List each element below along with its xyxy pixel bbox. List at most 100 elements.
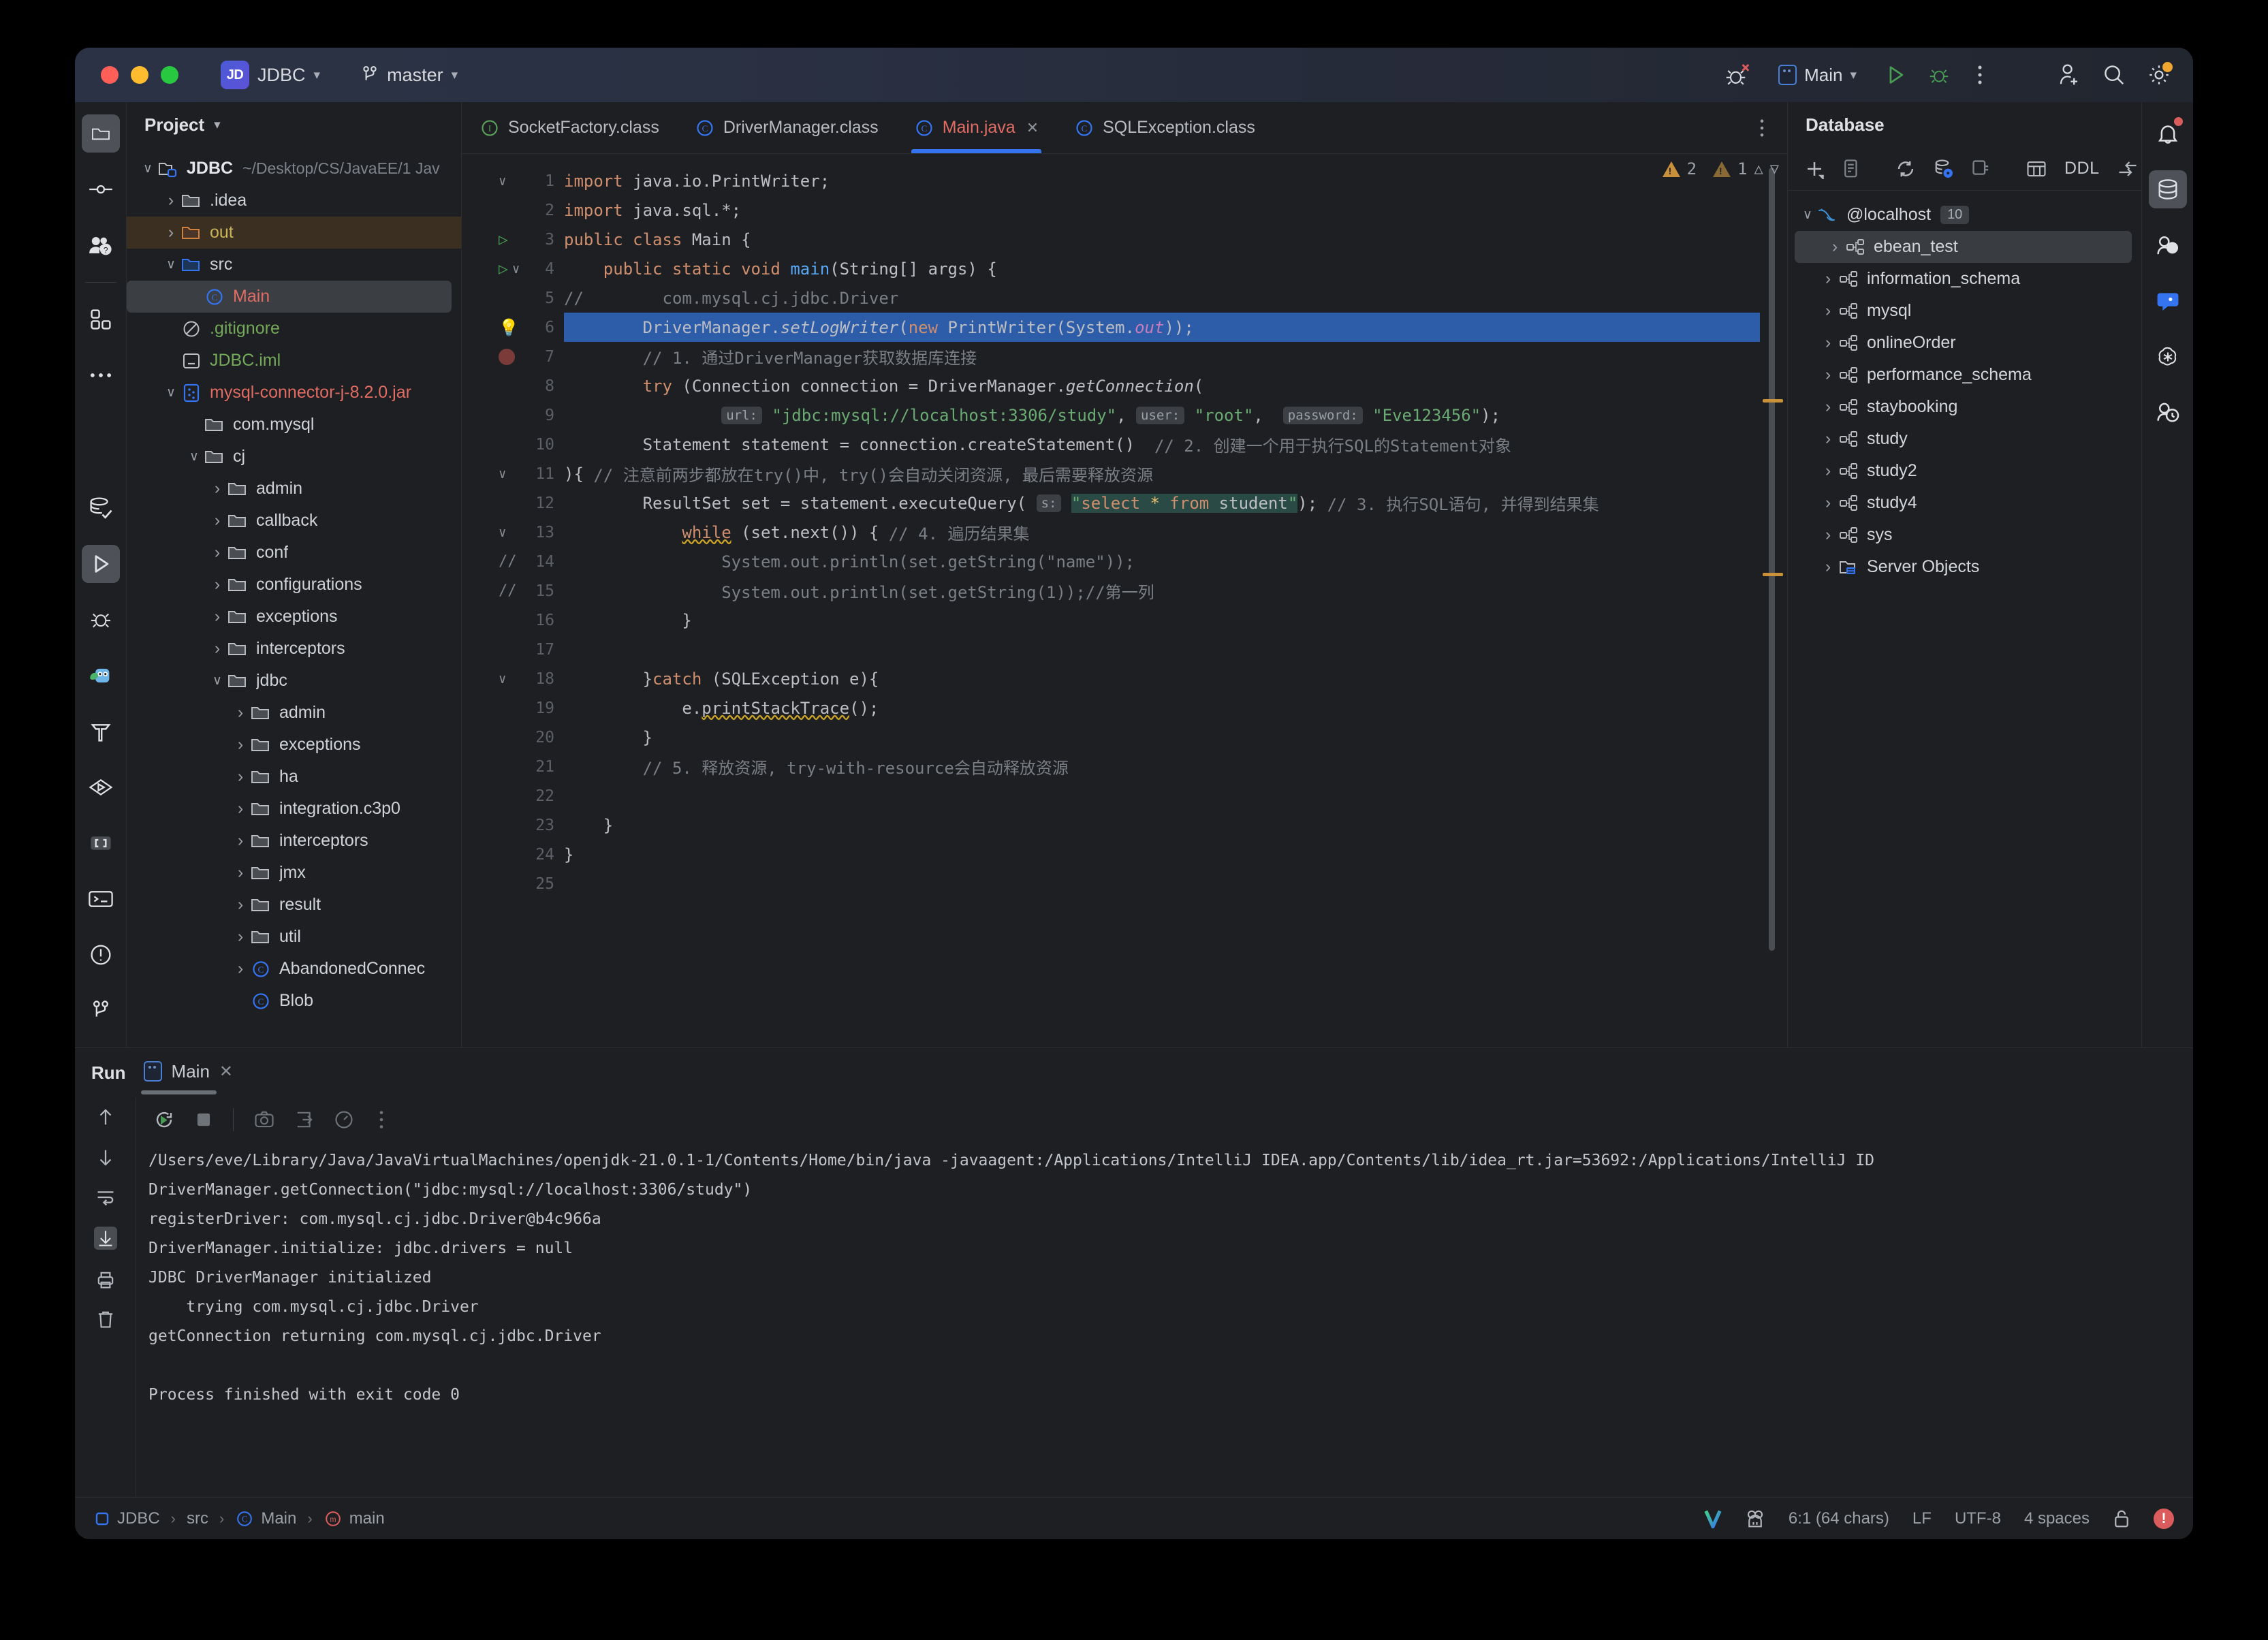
chevron-right-icon[interactable] — [232, 895, 249, 915]
console[interactable]: /Users/eve/Library/Java/JavaVirtualMachi… — [136, 1097, 2193, 1497]
fold-chevron-icon[interactable]: ∨ — [499, 467, 506, 482]
tree-item-abandonedconnec[interactable]: C AbandonedConnec — [127, 953, 461, 985]
sidebar-item-more[interactable] — [82, 356, 120, 394]
duplicate-icon[interactable] — [1842, 159, 1860, 179]
chevron-down-icon[interactable] — [1799, 207, 1816, 223]
inspection-summary[interactable]: 2 1 △ ▽ — [1662, 159, 1779, 178]
chevron-right-icon[interactable] — [1819, 397, 1837, 417]
code-line[interactable]: while (set.next()) { // 4. 遍历结果集 — [564, 518, 1787, 547]
vue-icon[interactable] — [1704, 1509, 1722, 1528]
sidebar-item-assistant[interactable] — [2149, 282, 2187, 320]
chevron-down-icon[interactable] — [162, 257, 180, 272]
gutter-line[interactable]: ∨ 13 — [462, 518, 564, 547]
gutter-line[interactable]: 25 — [462, 869, 564, 898]
gutter-line[interactable]: ∨ 1 — [462, 166, 564, 195]
database-tree[interactable]: @localhost 10 ebean_test information_schema… — [1788, 191, 2141, 583]
close-icon[interactable]: ✕ — [219, 1062, 233, 1082]
breadcrumb[interactable]: JDBC › src › C Main › m main — [94, 1509, 385, 1528]
sidebar-item-pull-requests[interactable]: ? — [82, 226, 120, 264]
ide-agent-icon[interactable] — [1745, 1509, 1765, 1528]
window-controls[interactable] — [101, 66, 178, 84]
chevron-down-icon[interactable] — [162, 385, 180, 400]
gutter-line[interactable]: 💡 6 — [462, 313, 564, 342]
project-tree[interactable]: JDBC ~/Desktop/CS/JavaEE/1 Jav .idea out src… — [127, 147, 461, 1047]
console-more-icon[interactable] — [374, 1109, 389, 1130]
editor-tabs[interactable]: I SocketFactory.class C DriverManager.class… — [462, 102, 1787, 154]
intention-bulb-icon[interactable]: 💡 — [499, 318, 519, 337]
code-line[interactable]: // com.mysql.cj.jdbc.Driver — [564, 283, 1787, 313]
editor-tab-sqlexception-class[interactable]: C SQLException.class — [1056, 102, 1273, 153]
run-line-icon[interactable]: ▷ — [499, 231, 508, 249]
run-side-toolbar[interactable] — [75, 1097, 136, 1497]
chevron-right-icon[interactable] — [208, 511, 226, 531]
refresh-icon[interactable] — [1895, 159, 1916, 179]
profile-icon[interactable] — [334, 1110, 353, 1129]
console-output[interactable]: /Users/eve/Library/Java/JavaVirtualMachi… — [136, 1142, 2193, 1497]
breakpoint-icon[interactable] — [499, 348, 515, 365]
sidebar-item-services[interactable] — [82, 768, 120, 806]
code-line[interactable]: // 1. 通过DriverManager获取数据库连接 — [564, 342, 1787, 371]
tree-item-jmx[interactable]: jmx — [127, 857, 461, 889]
code-line[interactable]: System.out.println(set.getString("name")… — [564, 547, 1787, 576]
code-line[interactable]: public static void main (String[] args) { — [564, 254, 1787, 283]
chevron-right-icon[interactable] — [232, 959, 249, 979]
tree-item-util[interactable]: util — [127, 921, 461, 953]
sidebar-item-ai-assistant[interactable] — [82, 657, 120, 695]
project-tool-window-header[interactable]: Project ▾ — [127, 102, 461, 147]
chevron-right-icon[interactable] — [1819, 461, 1837, 481]
code-line[interactable]: System.out.println(set.getString(1));//第… — [564, 576, 1787, 605]
gutter-line[interactable]: 21 — [462, 752, 564, 781]
db-tree-item-information-schema[interactable]: information_schema — [1788, 263, 2141, 295]
chevron-right-icon[interactable] — [232, 927, 249, 947]
run-line-icon[interactable]: ▷ — [499, 260, 508, 278]
code-line[interactable]: import java.io.PrintWriter; — [564, 166, 1787, 195]
chevron-right-icon[interactable] — [208, 639, 226, 659]
error-indicator[interactable]: ! — [2154, 1508, 2174, 1529]
gutter-line[interactable]: 8 — [462, 371, 564, 400]
chevron-right-icon[interactable] — [162, 191, 180, 210]
settings-gear-icon[interactable] — [2147, 62, 2173, 87]
sidebar-item-structure[interactable] — [82, 300, 120, 338]
maximize-window-button[interactable] — [161, 66, 178, 84]
code-line[interactable]: } — [564, 723, 1787, 752]
code-line[interactable]: e. printStackTrace (); — [564, 693, 1787, 723]
gutter-line[interactable]: 19 — [462, 693, 564, 723]
code-line[interactable]: DriverManager. setLogWriter(new PrintWrit… — [564, 313, 1787, 342]
tree-item-integration-c3p0[interactable]: integration.c3p0 — [127, 793, 461, 825]
tree-item-result[interactable]: result — [127, 889, 461, 921]
stop-icon[interactable] — [195, 1111, 212, 1129]
inspection-gutter[interactable] — [1760, 154, 1787, 1047]
code-line[interactable]: public class Main { — [564, 225, 1787, 254]
chevron-right-icon[interactable] — [232, 735, 249, 755]
tree-item-exceptions[interactable]: exceptions — [127, 601, 461, 633]
gutter-line[interactable]: 12 — [462, 488, 564, 518]
chevron-right-icon[interactable] — [1819, 429, 1837, 449]
gutter-line[interactable]: ∨ 11 — [462, 459, 564, 488]
gutter-line[interactable]: 23 — [462, 810, 564, 840]
tree-item-configurations[interactable]: configurations — [127, 569, 461, 601]
inspection-marker[interactable] — [1763, 399, 1783, 403]
gutter-line[interactable]: 22 — [462, 781, 564, 810]
breadcrumb-item-main[interactable]: m main — [324, 1509, 385, 1528]
disconnect-icon[interactable] — [1972, 159, 1991, 178]
tree-item-main[interactable]: C Main — [127, 281, 452, 313]
chevron-right-icon[interactable] — [1819, 557, 1837, 577]
chevron-right-icon[interactable] — [1819, 269, 1837, 289]
breadcrumb-item-jdbc[interactable]: JDBC — [94, 1509, 160, 1528]
tree-item-interceptors[interactable]: interceptors — [127, 633, 461, 665]
run-tab-main[interactable]: Main ✕ — [140, 1061, 233, 1094]
gutter-line[interactable]: 7 — [462, 342, 564, 371]
gutter-line[interactable]: 24 — [462, 840, 564, 869]
code-line[interactable]: Statement statement = connection.createS… — [564, 430, 1787, 459]
editor-code[interactable]: import java.io.PrintWriter; import java.s… — [564, 154, 1787, 1047]
more-actions-icon[interactable] — [1971, 63, 1989, 86]
scroll-up-icon[interactable] — [96, 1107, 115, 1127]
tree-item-out[interactable]: out — [127, 217, 461, 249]
chevron-right-icon[interactable] — [208, 543, 226, 563]
gutter-line[interactable]: 17 — [462, 635, 564, 664]
tree-item-conf[interactable]: conf — [127, 537, 461, 569]
add-datasource-icon[interactable] — [1804, 159, 1825, 179]
code-line[interactable]: } — [564, 840, 1787, 869]
gutter-line[interactable]: ∨ 18 — [462, 664, 564, 693]
run-configuration-selector[interactable]: Main ▾ — [1771, 61, 1863, 89]
